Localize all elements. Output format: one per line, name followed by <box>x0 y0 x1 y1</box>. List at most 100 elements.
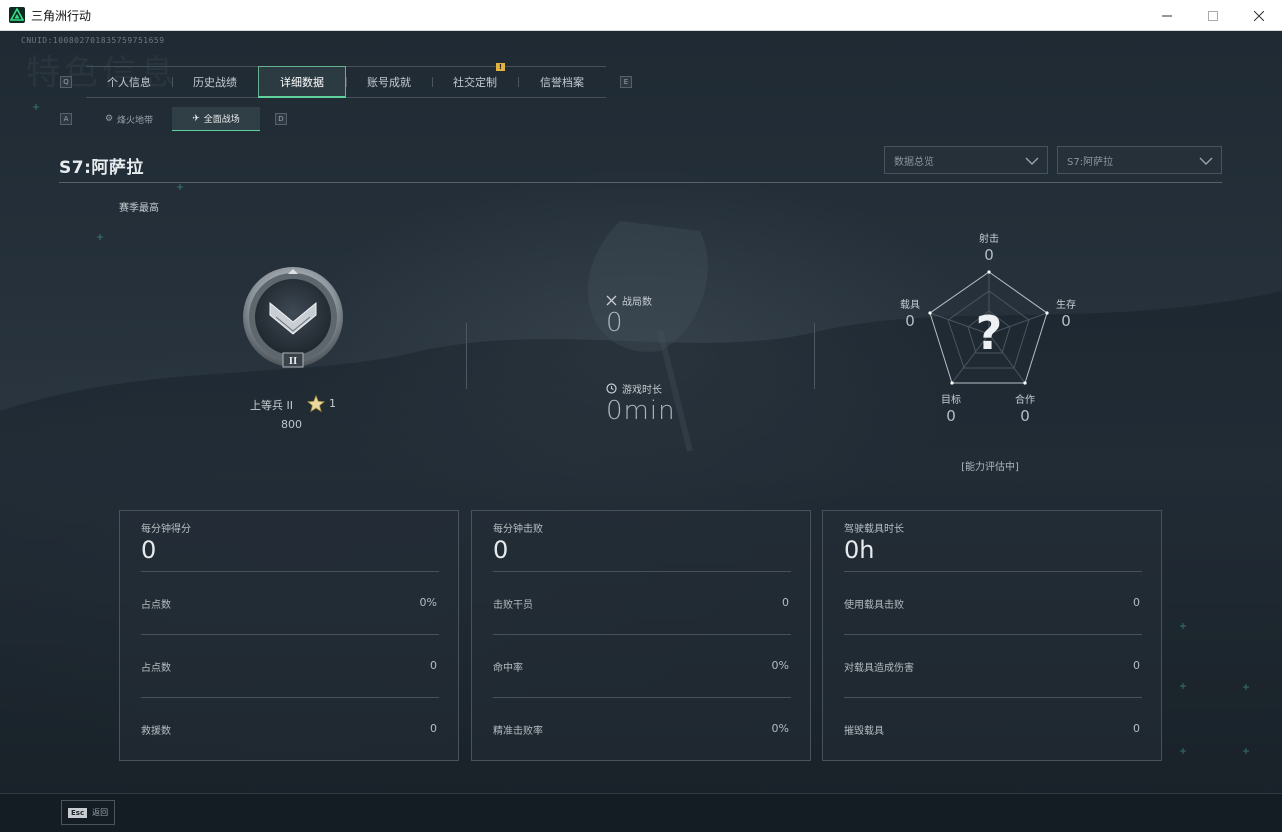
card-row-label: 占点数 <box>141 600 171 611</box>
stat-card-kills: 每分钟击败 0 击败干员 0 命中率 0% 精准击败率 0% <box>471 510 811 761</box>
minimize-icon[interactable] <box>1144 0 1190 31</box>
subtab-hazard-zone[interactable]: ⚙ 烽火地带 <box>86 107 172 131</box>
card-divider <box>844 571 1142 572</box>
page-title: S7:阿萨拉 <box>59 158 144 178</box>
mode-subtabs: ⚙ 烽火地带 ✈ 全面战场 <box>86 107 260 131</box>
back-button[interactable]: Esc 返回 <box>61 800 115 825</box>
clock-icon <box>606 383 617 394</box>
card-row-value: 0 <box>1133 596 1140 609</box>
matches-label-text: 战局数 <box>622 297 652 308</box>
rank-star-count: 1 <box>329 397 336 410</box>
card-row-value: 0% <box>419 596 437 609</box>
tab-detailed-data[interactable]: 详细数据 <box>258 66 346 98</box>
close-icon[interactable] <box>1236 0 1282 31</box>
crossed-swords-icon <box>606 295 617 306</box>
section-divider <box>466 323 467 389</box>
season-dropdown[interactable]: S7:阿萨拉 <box>1057 146 1222 174</box>
card-title: 每分钟击败 <box>493 524 543 535</box>
subtab-label: 全面战场 <box>203 115 240 125</box>
card-divider <box>493 634 791 635</box>
radar-label-vehicle: 载具 <box>900 300 920 311</box>
radar-label-objective: 目标 <box>941 395 961 406</box>
maximize-icon[interactable] <box>1190 0 1236 31</box>
main-tabs: 个人信息 历史战绩 详细数据 账号成就 ! 社交定制 信誉档案 <box>86 63 606 98</box>
tab-label: 个人信息 <box>107 76 151 89</box>
card-row-value: 0 <box>430 659 437 672</box>
card-row-label: 使用载具击败 <box>844 600 904 611</box>
card-divider <box>493 697 791 698</box>
card-divider <box>141 697 439 698</box>
season-best-label: 赛季最高 <box>119 203 159 214</box>
header-divider <box>59 182 1222 183</box>
footer-bar: Esc 返回 <box>0 793 1282 832</box>
dropdown-value: 数据总览 <box>894 156 934 168</box>
subtab-prev-key[interactable]: A <box>60 113 72 125</box>
card-row-label: 摧毁载具 <box>844 726 884 737</box>
radar-unknown-symbol: ? <box>976 306 1003 360</box>
back-label: 返回 <box>92 808 109 817</box>
card-row-label: 救援数 <box>141 726 171 737</box>
subtab-full-battlefield[interactable]: ✈ 全面战场 <box>172 107 260 131</box>
stat-card-vehicle: 驾驶载具时长 0h 使用载具击败 0 对载具造成伤害 0 摧毁载具 0 <box>822 510 1162 761</box>
tab-label: 详细数据 <box>280 75 324 89</box>
rank-name: 上等兵 II <box>250 399 293 412</box>
dropdown-value: S7:阿萨拉 <box>1067 156 1114 168</box>
rank-score: 800 <box>281 418 302 431</box>
section-divider <box>814 323 815 389</box>
card-divider <box>844 634 1142 635</box>
rank-numeral: II <box>289 355 298 367</box>
tab-reputation[interactable]: 信誉档案 <box>518 67 606 97</box>
tab-label: 信誉档案 <box>540 76 584 89</box>
radar-value-survival: 0 <box>1061 312 1071 330</box>
card-title: 驾驶载具时长 <box>844 524 904 535</box>
tab-next-key[interactable]: E <box>620 76 632 88</box>
card-row-label: 对载具造成伤害 <box>844 663 914 674</box>
matches-label: 战局数 <box>606 293 652 308</box>
window-title: 三角洲行动 <box>31 8 92 23</box>
card-row-value: 0 <box>782 596 789 609</box>
tab-achievements[interactable]: 账号成就 <box>346 67 432 97</box>
cnuid-text: CNUID:10080270183575975165​9 <box>21 36 165 45</box>
matches-value: 0 <box>606 308 624 338</box>
card-divider <box>493 571 791 572</box>
wings-icon: ✈ <box>192 113 200 124</box>
card-title: 每分钟得分 <box>141 524 191 535</box>
notification-badge: ! <box>496 63 505 71</box>
card-row-value: 0 <box>1133 722 1140 735</box>
tab-label: 历史战绩 <box>193 76 237 89</box>
card-value: 0 <box>493 536 509 564</box>
playtime-label-text: 游戏时长 <box>622 385 662 396</box>
card-row-value: 0 <box>1133 659 1140 672</box>
card-divider <box>844 697 1142 698</box>
tab-personal-info[interactable]: 个人信息 <box>86 67 172 97</box>
card-row-label: 命中率 <box>493 663 523 674</box>
app-logo-icon <box>9 7 25 23</box>
subtab-label: 烽火地带 <box>117 115 154 126</box>
radar-value-shooting: 0 <box>984 246 994 264</box>
stat-card-score: 每分钟得分 0 占点数 0% 占点数 0 救援数 0 <box>119 510 459 761</box>
card-row-value: 0 <box>430 722 437 735</box>
esc-key-icon: Esc <box>68 807 88 818</box>
playtime-value: 0min <box>606 396 676 426</box>
radar-value-teamwork: 0 <box>1020 407 1030 425</box>
card-divider <box>141 571 439 572</box>
radar-value-objective: 0 <box>946 407 956 425</box>
card-divider <box>141 634 439 635</box>
subtab-next-key[interactable]: D <box>275 113 287 125</box>
tab-social[interactable]: ! 社交定制 <box>432 63 518 97</box>
radar-label-teamwork: 合作 <box>1015 395 1035 406</box>
gear-icon: ⚙ <box>104 114 114 124</box>
tab-label: 账号成就 <box>367 76 411 89</box>
tab-prev-key[interactable]: Q <box>60 76 72 88</box>
tab-history[interactable]: 历史战绩 <box>172 67 258 97</box>
chevron-down-icon <box>1199 157 1213 165</box>
radar-label-shooting: 射击 <box>979 234 999 245</box>
card-row-value: 0% <box>771 722 789 735</box>
star-icon <box>307 395 325 413</box>
card-row-label: 精准击败率 <box>493 726 543 737</box>
card-value: 0 <box>141 536 157 564</box>
data-type-dropdown[interactable]: 数据总览 <box>884 146 1048 174</box>
tab-label: 社交定制 <box>453 76 497 89</box>
radar-value-vehicle: 0 <box>905 312 915 330</box>
playtime-label: 游戏时长 <box>606 381 662 396</box>
